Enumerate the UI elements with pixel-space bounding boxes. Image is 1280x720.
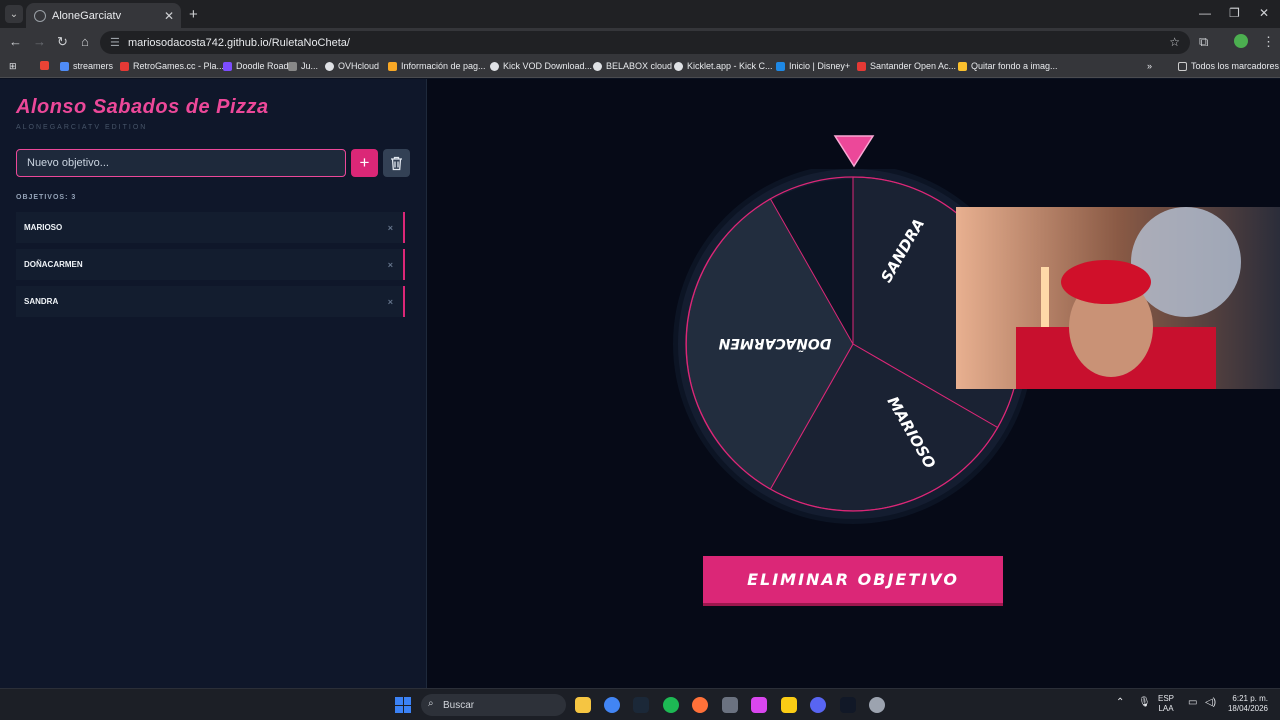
list-item: DOÑACARMEN × — [16, 249, 405, 280]
tab-title: AloneGarciatv — [52, 9, 122, 22]
bookmark-item[interactable]: OVHcloud — [325, 61, 379, 71]
app-subtitle: ALONEGARCIATV EDITION — [16, 124, 148, 131]
bookmark-item[interactable]: Información de pag... — [388, 61, 486, 71]
discord-icon[interactable] — [810, 697, 826, 713]
profile-avatar[interactable] — [1234, 34, 1248, 48]
chevron-up-icon[interactable]: ⌃ — [1116, 698, 1124, 708]
apps-icon[interactable]: ⊞ — [9, 61, 17, 72]
taskbar-search[interactable]: ⌕ Buscar — [421, 694, 566, 716]
bookmark-item[interactable]: Doodle Road — [223, 61, 289, 71]
tab-active[interactable]: AloneGarciatv ✕ — [26, 3, 181, 28]
list-item: SANDRA × — [16, 286, 405, 317]
url-text: mariosodacosta742.github.io/RuletaNoChet… — [128, 36, 350, 49]
restore-icon[interactable]: ❐ — [1229, 6, 1240, 20]
network-icon[interactable]: ▭ — [1188, 698, 1197, 708]
back-icon[interactable]: ← — [9, 34, 22, 49]
bookmark-item[interactable]: BELABOX cloud — [593, 61, 672, 71]
microphone-icon[interactable]: 🎙 — [1138, 698, 1151, 708]
chrome-icon[interactable] — [604, 697, 620, 713]
bookmark-item[interactable]: RetroGames.cc - Pla... — [120, 61, 224, 71]
sticky-notes-icon[interactable] — [781, 697, 797, 713]
extensions-icon[interactable]: ⧉ — [1199, 34, 1208, 50]
bookmark-item[interactable]: Inicio | Disney+ — [776, 61, 850, 71]
volume-icon[interactable]: ◁) — [1205, 698, 1216, 708]
objective-label: MARIOSO — [24, 223, 63, 232]
usb-icon[interactable] — [722, 697, 738, 713]
delete-item-icon[interactable]: × — [388, 223, 393, 233]
spotify-icon[interactable] — [663, 697, 679, 713]
firefox-icon[interactable] — [692, 697, 708, 713]
trash-icon — [391, 156, 402, 170]
sidebar: Alonso Sabados de Pizza ALONEGARCIATV ED… — [0, 79, 427, 688]
clock[interactable]: 6:21 p. m. 18/04/2026 — [1222, 694, 1268, 714]
bookmark-item[interactable]: Santander Open Ac... — [857, 61, 956, 71]
close-window-icon[interactable]: ✕ — [1259, 6, 1269, 20]
browser-tab-strip: ⌄ AloneGarciatv ✕ + — ❐ ✕ — [0, 0, 1280, 28]
start-button[interactable] — [395, 697, 411, 713]
steam-icon[interactable] — [633, 697, 649, 713]
remove-objective-button[interactable]: ELIMINAR OBJETIVO — [703, 556, 1003, 606]
clear-all-button[interactable] — [383, 149, 410, 177]
all-bookmarks-folder[interactable]: Todos los marcadores — [1178, 61, 1279, 71]
minimize-icon[interactable]: — — [1199, 6, 1211, 20]
wheel-pointer-icon — [833, 135, 875, 168]
site-info-icon[interactable]: ☰ — [110, 36, 120, 49]
objective-label: SANDRA — [24, 297, 59, 306]
browser-toolbar: ← → ↻ ⌂ ☰ mariosodacosta742.github.io/Ru… — [0, 28, 1280, 56]
bookmarks-bar: ⊞ streamers RetroGames.cc - Pla... Doodl… — [0, 56, 1280, 78]
new-tab-icon[interactable]: + — [189, 6, 198, 23]
bookmark-item[interactable]: Kicklet.app - Kick C... — [674, 61, 773, 71]
tab-search-icon[interactable]: ⌄ — [5, 5, 23, 23]
bookmark-item[interactable]: Ju... — [288, 61, 318, 71]
search-icon: ⌕ — [428, 698, 434, 709]
objective-label: DOÑACARMEN — [24, 260, 83, 269]
app-title: Alonso Sabados de Pizza — [16, 96, 269, 118]
menu-icon[interactable]: ⋮ — [1262, 34, 1275, 50]
close-tab-icon[interactable]: ✕ — [164, 9, 174, 23]
site-favicon-icon — [34, 9, 46, 22]
delete-item-icon[interactable]: × — [388, 260, 393, 270]
home-icon[interactable]: ⌂ — [81, 34, 89, 49]
forward-icon[interactable]: → — [33, 34, 46, 49]
app-icon[interactable] — [751, 697, 767, 713]
wheel-label-donacarmen: DOÑACARMEN — [718, 335, 831, 352]
list-item: MARIOSO × — [16, 212, 405, 243]
new-objective-input[interactable] — [16, 149, 346, 177]
file-explorer-icon[interactable] — [575, 697, 591, 713]
objectives-list: MARIOSO × DOÑACARMEN × SANDRA × — [16, 212, 405, 323]
windows-taskbar: ⌕ Buscar ⌃ 🎙 ESP LAA ▭ ◁) 6:21 p. m. 18/04… — [0, 688, 1280, 720]
reload-icon[interactable]: ↻ — [57, 34, 68, 50]
gmail-icon[interactable] — [40, 61, 53, 70]
bookmark-item[interactable]: Kick VOD Download... — [490, 61, 592, 71]
obs-icon[interactable] — [869, 697, 885, 713]
delete-item-icon[interactable]: × — [388, 297, 393, 307]
objectives-count: OBJETIVOS: 3 — [16, 194, 77, 201]
webcam-feed — [956, 207, 1280, 389]
webcam-overlay — [956, 207, 1280, 389]
bookmark-item[interactable]: streamers — [60, 61, 113, 71]
terminal-icon[interactable] — [840, 697, 856, 713]
add-objective-button[interactable]: + — [351, 149, 378, 177]
bookmark-item[interactable]: Quitar fondo a imag... — [958, 61, 1058, 71]
address-bar[interactable]: ☰ mariosodacosta742.github.io/RuletaNoCh… — [100, 31, 1190, 54]
bookmark-star-icon[interactable]: ☆ — [1169, 35, 1180, 49]
language-indicator[interactable]: ESP LAA — [1158, 694, 1174, 714]
more-bookmarks-icon[interactable]: » — [1147, 61, 1152, 71]
